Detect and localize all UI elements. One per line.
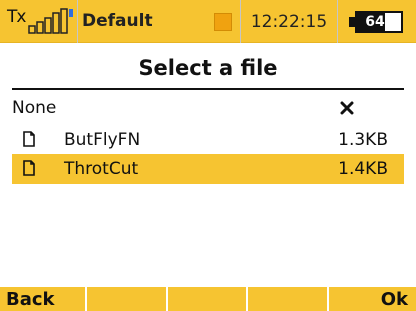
- back-button[interactable]: Back: [0, 287, 87, 311]
- battery-icon: 64%: [355, 11, 403, 33]
- model-name[interactable]: Default: [82, 11, 153, 31]
- soft-key-2[interactable]: [86, 287, 168, 311]
- file-name: ThrotCut: [64, 159, 139, 179]
- signal-bars-icon: [28, 8, 73, 34]
- status-bar: Tx Default 12:22:15 64%: [0, 0, 416, 43]
- soft-key-4[interactable]: [248, 287, 330, 311]
- file-size: 1.4KB: [338, 159, 388, 179]
- ok-button[interactable]: Ok: [329, 287, 416, 311]
- tx-label: Tx: [7, 7, 26, 27]
- close-icon: [340, 101, 354, 115]
- file-icon: [23, 131, 35, 147]
- soft-key-bar: Back Ok: [0, 287, 416, 311]
- file-size: 1.3KB: [338, 130, 388, 150]
- title-divider: [12, 88, 404, 90]
- file-icon: [23, 160, 35, 176]
- list-item-selected[interactable]: ThrotCut 1.4KB: [12, 154, 404, 184]
- soft-key-3[interactable]: [167, 287, 249, 311]
- list-item-label: None: [12, 98, 57, 118]
- timer-indicator-icon: [214, 13, 232, 31]
- file-name: ButFlyFN: [64, 130, 141, 150]
- clock: 12:22:15: [240, 0, 338, 43]
- page-title: Select a file: [138, 56, 278, 80]
- list-item-none[interactable]: None: [12, 93, 404, 123]
- battery-percent: 64%: [365, 14, 399, 30]
- list-item[interactable]: ButFlyFN 1.3KB: [12, 125, 404, 155]
- transmitter-signal: Tx: [0, 0, 78, 43]
